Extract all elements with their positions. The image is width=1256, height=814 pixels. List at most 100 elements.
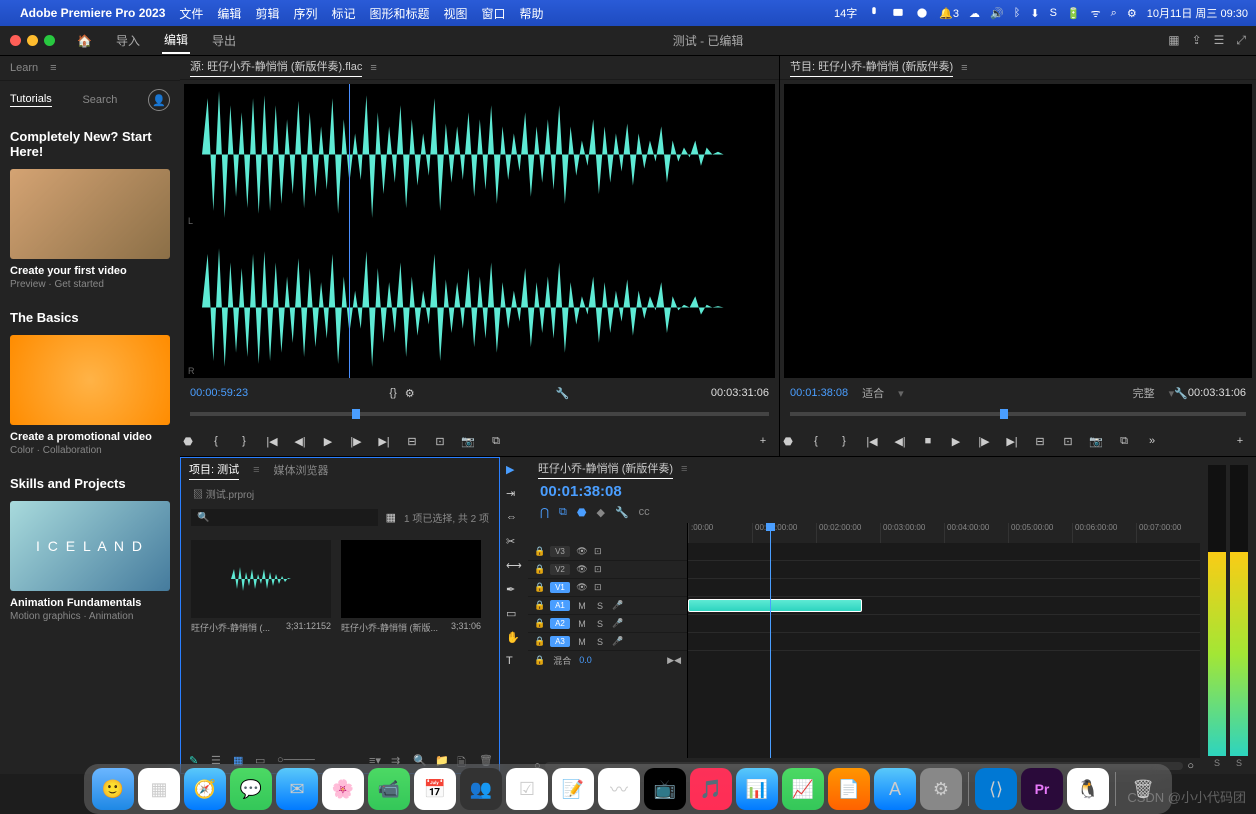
prog-go-to-out-button[interactable]: ▶| [1004,433,1020,449]
track-select-tool-icon[interactable]: ⇥ [506,487,522,503]
app-name[interactable]: Adobe Premiere Pro 2023 [20,6,165,20]
prog-more-icon[interactable]: » [1144,433,1160,449]
settings-icon[interactable]: ⚙ [920,768,962,810]
vscode-icon[interactable]: ⟨⟩ [975,768,1017,810]
go-to-in-button[interactable]: |◀ [264,433,280,449]
prog-stop-button[interactable]: ■ [920,433,936,449]
project-search-input[interactable] [191,509,378,526]
mix-value[interactable]: 0.0 [579,655,592,665]
media-browser-tab[interactable]: 媒体浏览器 [274,462,329,478]
program-wrench-icon[interactable]: 🔧 [1174,387,1188,400]
freeform-icon[interactable]: 〰 [598,768,640,810]
export-frame-button[interactable]: 📷 [460,433,476,449]
program-panel-menu-icon[interactable]: ≡ [961,62,967,74]
linked-selection-icon[interactable]: ⧉ [559,506,567,519]
wrench-icon[interactable]: 🔧 [556,387,570,400]
slip-tool-icon[interactable]: ⟷ [506,559,522,575]
mail-icon[interactable]: ✉ [276,768,318,810]
timeline-lane-v3[interactable] [688,543,1200,561]
rectangle-tool-icon[interactable]: ▭ [506,607,522,623]
tab-import[interactable]: 导入 [114,28,142,53]
prog-comparison-button[interactable]: ⧉ [1116,433,1132,449]
timeline-lane-a2[interactable] [688,615,1200,633]
volume-icon[interactable]: 🔊 [990,7,1004,20]
timeline-lane-v1[interactable] [688,579,1200,597]
sogou-icon[interactable]: S [1050,7,1057,19]
prog-play-button[interactable]: ▶ [948,433,964,449]
fullscreen-icon[interactable]: ⤢ [1236,33,1246,48]
snap-icon[interactable]: ⋂ [540,506,549,519]
maximize-window-button[interactable] [44,35,55,46]
timeline-ruler[interactable]: :00:00 00:01:00:00 00:02:00:00 00:03:00:… [688,523,1200,543]
mark-in-button[interactable]: { [208,433,224,449]
timeline-lane-a1[interactable] [688,597,1200,615]
messages-icon[interactable]: 💬 [230,768,272,810]
add-marker-icon[interactable]: ⬣ [577,506,587,519]
launchpad-icon[interactable]: ▦ [138,768,180,810]
track-header-a1[interactable]: 🔒A1MS🎤 [528,597,687,615]
step-back-button[interactable]: ◀| [292,433,308,449]
button-editor-icon[interactable]: + [755,433,771,449]
numbers-icon[interactable]: 📈 [782,768,824,810]
prog-mark-out-button[interactable]: } [836,433,852,449]
timeline-timecode[interactable]: 00:01:38:08 [528,481,1200,502]
source-timecode-in[interactable]: 00:00:59:23 [190,387,248,399]
photos-icon[interactable]: 🌸 [322,768,364,810]
premiere-icon[interactable]: Pr [1021,768,1063,810]
menu-sequence[interactable]: 序列 [293,5,317,22]
tab-edit[interactable]: 编辑 [162,27,190,54]
close-window-button[interactable] [10,35,21,46]
prog-lift-button[interactable]: ⊟ [1032,433,1048,449]
notification-icon[interactable]: 🔔3 [939,7,959,20]
comparison-button[interactable]: ⧉ [488,433,504,449]
prog-step-forward-button[interactable]: |▶ [976,433,992,449]
caption-track-icon[interactable]: cc [639,506,650,519]
program-timecode-in[interactable]: 00:01:38:08 [790,387,848,399]
hand-tool-icon[interactable]: ✋ [506,631,522,647]
mark-out-button[interactable]: } [236,433,252,449]
prog-step-back-button[interactable]: ◀| [892,433,908,449]
prog-mark-in-button[interactable]: { [808,433,824,449]
sequence-tab[interactable]: 旺仔小乔-静悄悄 (新版伴奏) [538,460,673,479]
pages-icon[interactable]: 📄 [828,768,870,810]
program-view[interactable] [784,84,1252,378]
cloud-icon[interactable]: ☁ [969,7,980,20]
cc-icon[interactable] [915,6,929,20]
ripple-edit-tool-icon[interactable]: ⇔ [506,511,522,527]
source-tab[interactable]: 源: 旺仔小乔-静悄悄 (新版伴奏).flac [190,58,362,77]
learn-search[interactable]: Search [82,94,117,106]
menu-marker[interactable]: 标记 [331,5,355,22]
program-scrubber[interactable] [790,404,1246,426]
source-waveform[interactable]: L R [184,84,775,378]
finder-icon[interactable]: 🙂 [92,768,134,810]
track-header-v3[interactable]: 🔒V3👁⊡ [528,543,687,561]
menu-help[interactable]: 帮助 [520,5,544,22]
timeline-wrench-icon[interactable]: 🔧 [615,506,629,519]
mic-icon[interactable] [867,6,881,20]
share-icon[interactable]: ⇪ [1192,33,1202,48]
music-icon[interactable]: 🎵 [690,768,732,810]
control-center-icon[interactable]: ⚙ [1127,7,1137,20]
home-button[interactable]: 🏠 [77,34,92,48]
add-marker-button[interactable]: ⬣ [180,433,196,449]
avatar-icon[interactable]: 👤 [148,89,170,111]
timeline-lane-a3[interactable] [688,633,1200,651]
bluetooth-icon[interactable]: ᛒ [1014,7,1021,19]
learn-menu-icon[interactable]: ≡ [50,62,56,74]
reminders-icon[interactable]: ☑ [506,768,548,810]
project-item-sequence[interactable]: 旺仔小乔-静悄悄 (新版...3;31:06 [341,540,481,634]
pen-tool-icon[interactable]: ✒ [506,583,522,599]
prog-extract-button[interactable]: ⊡ [1060,433,1076,449]
step-forward-button[interactable]: |▶ [348,433,364,449]
safari-icon[interactable]: 🧭 [184,768,226,810]
minimize-window-button[interactable] [27,35,38,46]
calendar-icon[interactable]: 📅 [414,768,456,810]
facetime-icon[interactable]: 📹 [368,768,410,810]
program-tab[interactable]: 节目: 旺仔小乔-静悄悄 (新版伴奏) [790,58,953,77]
project-tab-menu-icon[interactable]: ≡ [253,464,259,476]
source-settings-icon[interactable]: ⚙ [405,387,415,400]
source-playhead[interactable] [349,84,350,378]
source-scrubber[interactable] [190,404,769,426]
tab-export[interactable]: 导出 [210,28,238,53]
appstore-icon[interactable]: A [874,768,916,810]
